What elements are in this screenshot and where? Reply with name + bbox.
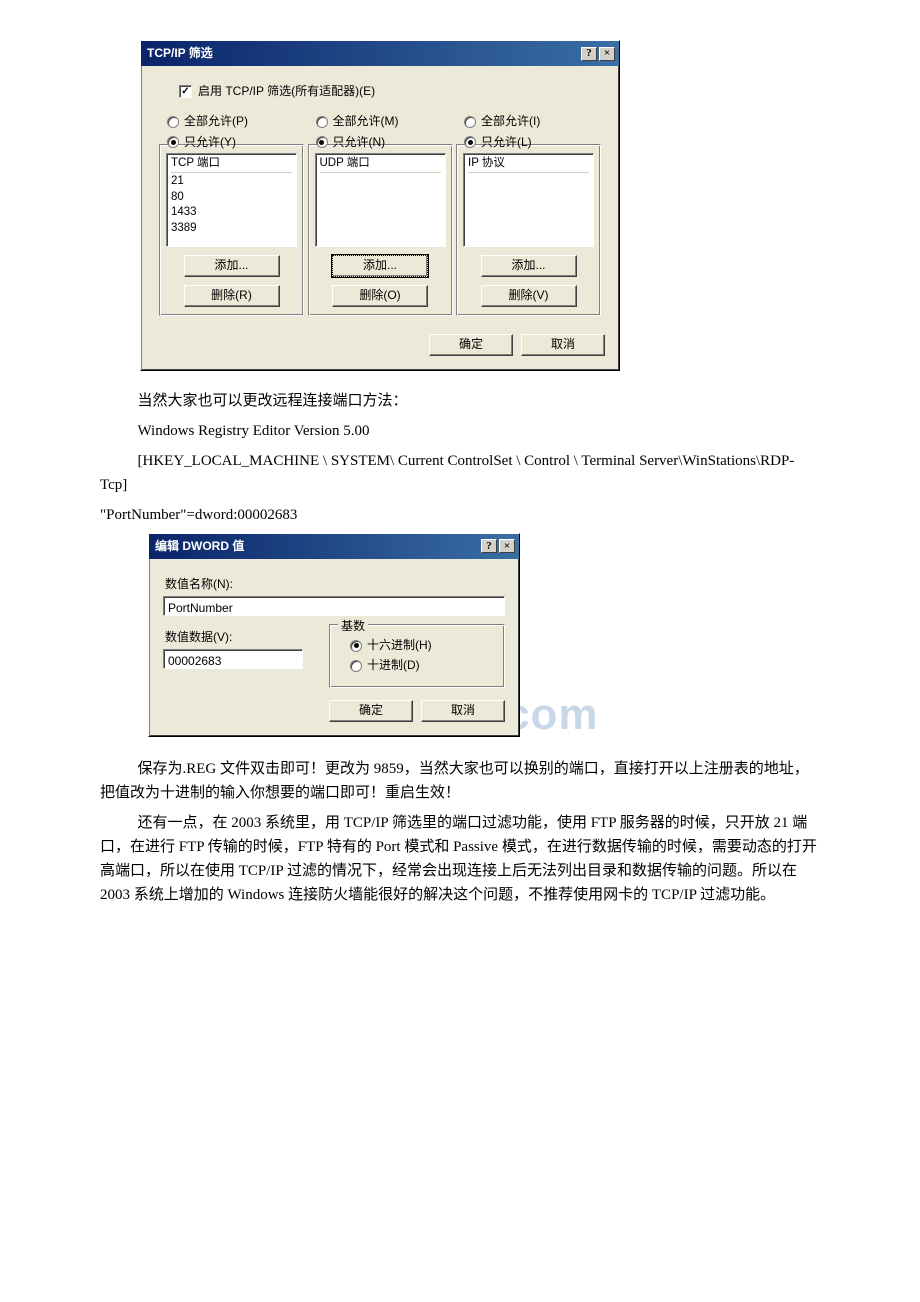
tcp-port-listbox[interactable]: TCP 端口 21 80 1433 3389 — [166, 153, 297, 247]
tcp-groupbox: TCP 端口 21 80 1433 3389 添加... 删除(R) — [159, 144, 304, 316]
dialog-body: ✓ 启用 TCP/IP 筛选(所有适配器)(E) 全部允许(P) 只允许(Y) … — [141, 66, 619, 328]
ok-button[interactable]: 确定 — [329, 700, 413, 722]
udp-add-button[interactable]: 添加... — [332, 255, 428, 277]
tcpip-filter-dialog: TCP/IP 筛选 ? × ✓ 启用 TCP/IP 筛选(所有适配器)(E) 全… — [140, 40, 620, 371]
list-item[interactable]: 3389 — [171, 221, 292, 237]
value-data-input[interactable]: 00002683 — [163, 649, 303, 669]
radio-label: 全部允许(P) — [184, 112, 248, 131]
list-item[interactable]: 80 — [171, 190, 292, 206]
udp-remove-button[interactable]: 删除(O) — [332, 285, 428, 307]
radio-label: 十进制(D) — [367, 656, 420, 675]
radio-label: 只允许(L) — [481, 133, 532, 152]
paragraph: 还有一点，在 2003 系统里，用 TCP/IP 筛选里的端口过滤功能，使用 F… — [100, 811, 820, 907]
udp-allow-all-radio[interactable]: 全部允许(M) — [316, 112, 453, 131]
base-group-title: 基数 — [338, 617, 368, 636]
paragraph: Windows Registry Editor Version 5.00 — [100, 419, 820, 443]
paragraph: 保存为.REG 文件双击即可！更改为 9859，当然大家也可以换别的端口，直接打… — [100, 757, 820, 805]
dialog-buttons: 确定 取消 — [141, 328, 619, 370]
value-data-label: 数值数据(V): — [165, 628, 311, 647]
close-button[interactable]: × — [499, 539, 515, 553]
dialog-body: 数值名称(N): PortNumber 数值数据(V): 00002683 基数… — [149, 559, 519, 736]
document-body: 保存为.REG 文件双击即可！更改为 9859，当然大家也可以换别的端口，直接打… — [0, 757, 920, 907]
checkbox-icon: ✓ — [179, 85, 192, 98]
ip-column: 全部允许(I) 只允许(L) IP 协议 添加... 删除(V) — [456, 111, 601, 315]
title-bar[interactable]: 编辑 DWORD 值 ? × — [149, 534, 519, 559]
ip-add-button[interactable]: 添加... — [481, 255, 577, 277]
radio-label: 只允许(Y) — [184, 133, 236, 152]
dialog-title: TCP/IP 筛选 — [147, 44, 579, 63]
paragraph: 当然大家也可以更改远程连接端口方法： — [100, 389, 820, 413]
list-header: UDP 端口 — [320, 156, 441, 174]
document-body: 当然大家也可以更改远程连接端口方法： Windows Registry Edit… — [0, 389, 920, 527]
ip-allow-all-radio[interactable]: 全部允许(I) — [464, 112, 601, 131]
paragraph: "PortNumber"=dword:00002683 — [100, 503, 820, 527]
edit-dword-dialog: 编辑 DWORD 值 ? × 数值名称(N): PortNumber 数值数据(… — [148, 533, 520, 737]
base-groupbox: 基数 十六进制(H) 十进制(D) — [329, 624, 505, 687]
paragraph: [HKEY_LOCAL_MACHINE \ SYSTEM\ Current Co… — [100, 449, 820, 497]
radio-icon — [350, 640, 362, 652]
radio-icon — [316, 116, 328, 128]
hex-radio[interactable]: 十六进制(H) — [350, 636, 492, 655]
ip-groupbox: IP 协议 添加... 删除(V) — [456, 144, 601, 316]
list-item[interactable]: 21 — [171, 174, 292, 190]
radio-icon — [350, 660, 362, 672]
enable-filter-checkbox[interactable]: ✓ 启用 TCP/IP 筛选(所有适配器)(E) — [179, 82, 605, 101]
help-button[interactable]: ? — [481, 539, 497, 553]
udp-port-listbox[interactable]: UDP 端口 — [315, 153, 446, 247]
title-bar[interactable]: TCP/IP 筛选 ? × — [141, 41, 619, 66]
radio-icon — [316, 136, 328, 148]
udp-column: 全部允许(M) 只允许(N) UDP 端口 添加... 删除(O) — [308, 111, 453, 315]
ip-protocol-listbox[interactable]: IP 协议 — [463, 153, 594, 247]
udp-groupbox: UDP 端口 添加... 删除(O) — [308, 144, 453, 316]
list-header: IP 协议 — [468, 156, 589, 174]
help-button[interactable]: ? — [581, 47, 597, 61]
ip-remove-button[interactable]: 删除(V) — [481, 285, 577, 307]
radio-label: 全部允许(M) — [333, 112, 399, 131]
list-item[interactable]: 1433 — [171, 205, 292, 221]
value-name-label: 数值名称(N): — [165, 575, 505, 594]
cancel-button[interactable]: 取消 — [421, 700, 505, 722]
close-button[interactable]: × — [599, 47, 615, 61]
ok-button[interactable]: 确定 — [429, 334, 513, 356]
value-data-section: 数值数据(V): 00002683 — [163, 624, 311, 687]
radio-icon — [167, 116, 179, 128]
list-header: TCP 端口 — [171, 156, 292, 174]
radio-label: 全部允许(I) — [481, 112, 540, 131]
radio-icon — [464, 116, 476, 128]
tcp-remove-button[interactable]: 删除(R) — [184, 285, 280, 307]
cancel-button[interactable]: 取消 — [521, 334, 605, 356]
enable-filter-label: 启用 TCP/IP 筛选(所有适配器)(E) — [198, 82, 375, 101]
radio-label: 只允许(N) — [333, 133, 386, 152]
value-name-input[interactable]: PortNumber — [163, 596, 505, 616]
tcp-column: 全部允许(P) 只允许(Y) TCP 端口 21 80 1433 3389 添加… — [159, 111, 304, 315]
radio-label: 十六进制(H) — [367, 636, 432, 655]
tcp-add-button[interactable]: 添加... — [184, 255, 280, 277]
dialog-buttons: 确定 取消 — [163, 688, 505, 724]
tcp-allow-all-radio[interactable]: 全部允许(P) — [167, 112, 304, 131]
dec-radio[interactable]: 十进制(D) — [350, 656, 492, 675]
dialog-title: 编辑 DWORD 值 — [155, 537, 479, 556]
port-columns: 全部允许(P) 只允许(Y) TCP 端口 21 80 1433 3389 添加… — [155, 111, 605, 315]
